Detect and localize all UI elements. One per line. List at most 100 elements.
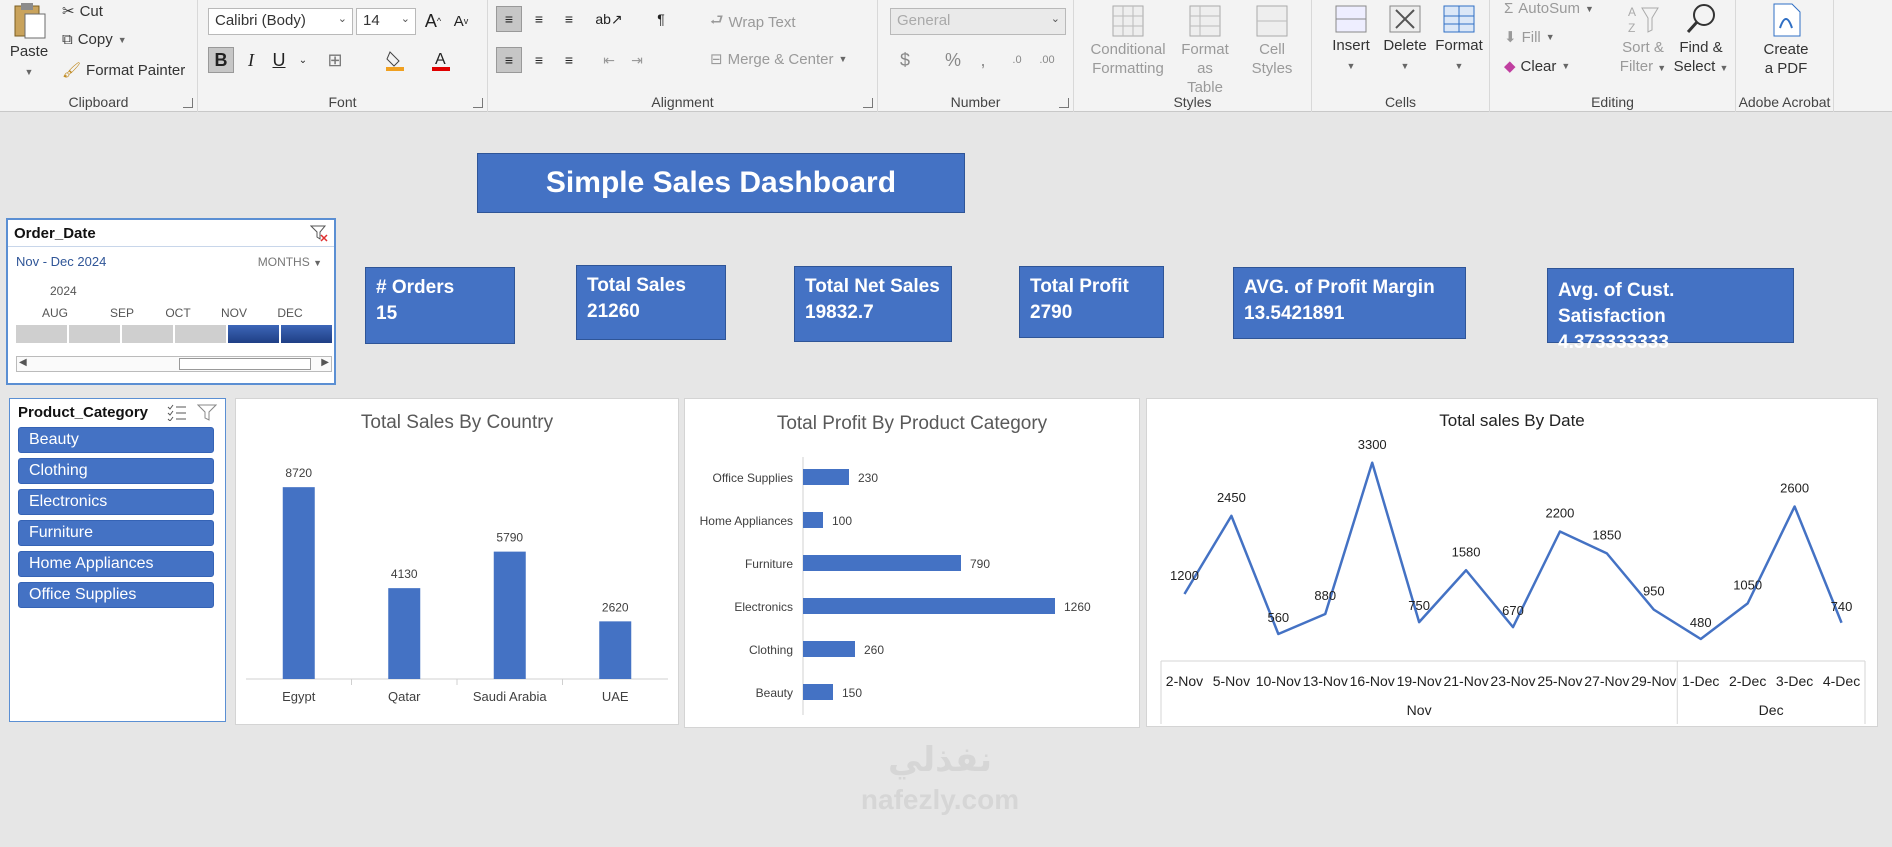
profit-by-category-chart[interactable]: Total Profit By Product Category 230 Offi… [684,398,1140,728]
bold-icon[interactable]: B [208,47,234,73]
clear-button[interactable]: ◆ Clear ▼ [1504,57,1570,76]
format-cells-icon [1443,5,1475,33]
cells-group: Insert ▼ Delete ▼ Format ▼ Cells [1312,0,1490,112]
find-select-button[interactable]: Find & Select ▼ [1670,2,1732,78]
scissors-icon: ✂ [62,3,75,20]
kpi-label: # Orders [376,277,455,298]
font-size-select[interactable]: 14 ⌄ [356,8,416,35]
data-label: 2600 [1780,481,1809,496]
eraser-icon: ◆ [1504,58,1516,75]
clear-filter-icon[interactable] [197,403,217,421]
align-middle-icon[interactable]: ≡ [526,6,552,32]
tick-label: 23-Nov [1490,673,1535,689]
timeline-month-label: SEP [109,306,134,320]
timeline-month-tile[interactable] [122,325,173,343]
tick-label: 21-Nov [1443,673,1488,689]
bar [803,684,833,700]
wrap-text-button[interactable]: ⮐ Wrap Text [710,10,796,35]
font-family-select[interactable]: Calibri (Body) ⌄ [208,8,353,35]
decrease-font-icon[interactable]: Av [448,8,474,34]
order-date-timeline[interactable]: Order_Date Nov - Dec 2024 MONTHS ▼ 2024 … [6,218,336,385]
category-item[interactable]: Office Supplies [18,582,214,608]
align-left-icon[interactable]: ≡ [496,47,522,73]
fill-button[interactable]: ⬇ Fill ▼ [1504,28,1555,47]
number-launcher-icon[interactable] [1059,98,1069,108]
copy-button[interactable]: ⧉ Copy ▼ [62,31,127,48]
category-item[interactable]: Clothing [18,458,214,484]
borders-icon[interactable]: ⊞ [322,47,348,73]
orientation-icon[interactable]: ab↗ [595,6,622,32]
sort-filter-button[interactable]: AZ Sort & Filter ▼ [1618,2,1668,78]
data-label: 1260 [1064,600,1091,614]
magnifier-icon [1686,4,1715,34]
font-launcher-icon[interactable] [473,98,483,108]
category-item[interactable]: Furniture [18,520,214,546]
delete-button[interactable]: Delete ▼ [1380,4,1430,76]
format-as-table-button[interactable]: Format as Table [1172,4,1238,97]
svg-text:A: A [1628,5,1636,19]
cut-button[interactable]: ✂ Cut [62,2,103,21]
data-label: 1580 [1452,544,1481,559]
decrease-decimal-icon[interactable]: .00 [1034,47,1060,73]
comma-icon[interactable]: , [970,47,996,73]
underline-dropdown-icon[interactable]: ⌄ [290,47,316,73]
sales-by-country-chart[interactable]: Total Sales By Country 8720 Egypt 4130 Qata… [235,398,679,725]
autosum-button[interactable]: Σ AutoSum ▼ [1504,0,1594,17]
format-painter-button[interactable]: 🖌 Format Painter [62,61,185,80]
merge-center-button[interactable]: ⊟ Merge & Center ▼ [710,50,847,69]
data-label: 790 [970,557,990,571]
tick-label: Clothing [749,643,793,657]
timeline-scroll-thumb[interactable] [179,358,311,370]
data-label: 880 [1314,588,1336,603]
italic-icon[interactable]: I [238,47,264,73]
timeline-month-bars[interactable] [16,325,332,343]
create-pdf-button[interactable]: Create a PDF [1744,2,1828,78]
alignment-launcher-icon[interactable] [863,98,873,108]
category-slicer-title: Product_Category [18,403,149,421]
currency-icon[interactable]: $ [892,47,918,73]
tick-label: 5-Nov [1213,673,1250,689]
conditional-formatting-button[interactable]: Conditional Formatting [1088,4,1168,78]
increase-indent-icon[interactable]: ⇥ [624,47,650,73]
timeline-scrollbar[interactable]: ◀ ▶ [16,356,332,372]
kpi-value: 19832.7 [805,302,874,323]
number-group: General ⌄ $ % , .0 .00 Number [878,0,1074,112]
align-right-icon[interactable]: ≡ [556,47,582,73]
align-bottom-icon[interactable]: ≡ [556,6,582,32]
timeline-month-tile[interactable] [281,325,332,343]
clipboard-launcher-icon[interactable] [183,98,193,108]
font-group: Calibri (Body) ⌄ 14 ⌄ A ^ Av B I U ⌄ ⊞ A Fo… [198,0,488,112]
fill-color-icon[interactable] [382,47,408,73]
increase-decimal-icon[interactable]: .0 [1004,47,1030,73]
timeline-month-tile[interactable] [228,325,279,343]
sales-by-date-chart[interactable]: Total sales By Date 1200 2-Nov 2450 5-Nov 56… [1146,398,1878,727]
timeline-level-select[interactable]: MONTHS ▼ [258,255,322,269]
clear-filter-icon[interactable] [310,224,328,242]
decrease-indent-icon[interactable]: ⇤ [596,47,622,73]
text-direction-icon[interactable]: ¶ [648,6,674,32]
category-item[interactable]: Home Appliances [18,551,214,577]
tick-label: 10-Nov [1256,673,1301,689]
paste-button[interactable]: Paste ▼ [6,0,52,82]
increase-font-icon[interactable]: A ^ [420,8,446,34]
insert-button[interactable]: Insert ▼ [1326,4,1376,76]
bar [803,512,823,528]
percent-icon[interactable]: % [940,47,966,73]
cell-styles-button[interactable]: Cell Styles [1242,4,1302,78]
number-format-select[interactable]: General ⌄ [890,8,1066,35]
scroll-left-icon[interactable]: ◀ [19,357,27,368]
timeline-month-tile[interactable] [175,325,226,343]
category-item[interactable]: Beauty [18,427,214,453]
timeline-month-tile[interactable] [16,325,67,343]
format-cells-button[interactable]: Format ▼ [1432,4,1486,76]
sort-filter-icon: AZ [1628,5,1659,35]
multi-select-icon[interactable] [167,403,187,421]
align-top-icon[interactable]: ≡ [496,6,522,32]
font-color-icon[interactable]: A [428,47,454,73]
underline-icon[interactable]: U [266,47,292,73]
scroll-right-icon[interactable]: ▶ [321,357,329,368]
category-item[interactable]: Electronics [18,489,214,515]
product-category-slicer[interactable]: Product_Category Beauty Clothing Electroni… [9,398,226,722]
timeline-month-tile[interactable] [69,325,120,343]
align-center-icon[interactable]: ≡ [526,47,552,73]
